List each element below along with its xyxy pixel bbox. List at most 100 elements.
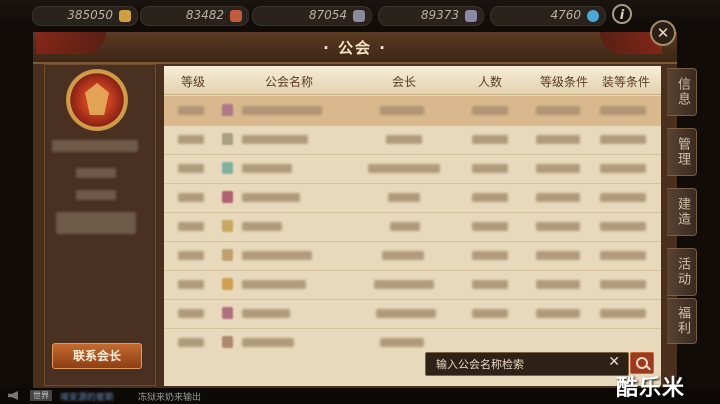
table-row[interactable]	[164, 154, 661, 184]
chat-strip[interactable]: 世界 埃安源的崔斯 冻狱来奶来输出	[0, 388, 720, 404]
resource-value: 385050	[67, 8, 113, 22]
cell-blurred	[368, 164, 440, 173]
tab-build[interactable]: 建造	[667, 188, 697, 236]
cell-blurred	[472, 251, 508, 260]
guild-name-blurred	[52, 140, 138, 152]
table-row[interactable]	[164, 241, 661, 271]
cell-blurred	[374, 280, 434, 289]
speaker-icon	[8, 391, 18, 400]
gem-icon	[587, 10, 599, 22]
cell-blurred	[242, 251, 312, 260]
cell-blurred	[178, 251, 204, 260]
guild-level-blurred	[76, 168, 116, 178]
cell-blurred	[242, 222, 282, 231]
cell-blurred	[390, 222, 420, 231]
table-row[interactable]	[164, 96, 661, 126]
watermark: 酷乐米	[616, 376, 686, 401]
resource-bar: 385050 83482 87054 89373 4760 i	[0, 0, 720, 30]
clear-search-icon[interactable]: ✕	[608, 354, 620, 370]
table-row[interactable]	[164, 270, 661, 300]
search-icon	[636, 357, 648, 369]
cell-blurred	[536, 106, 580, 115]
cell-blurred	[380, 106, 424, 115]
cell-blurred	[472, 106, 508, 115]
cell-blurred	[178, 309, 204, 318]
col-guild-name: 公会名称	[264, 75, 313, 89]
cell-blurred	[600, 222, 646, 231]
cell-blurred	[472, 309, 508, 318]
cell-blurred	[536, 222, 580, 231]
cell-blurred	[178, 280, 204, 289]
stone-icon	[465, 10, 477, 22]
tab-manage[interactable]: 管理	[667, 128, 697, 176]
cell-blurred	[600, 280, 646, 289]
resource-stone: 89373	[378, 6, 484, 26]
cell-blurred	[536, 135, 580, 144]
resource-gold: 385050	[32, 6, 138, 26]
guild-badge-icon	[222, 278, 233, 290]
emblem-crest-icon	[85, 83, 109, 115]
info-button[interactable]: i	[612, 4, 632, 24]
resource-metal: 87054	[252, 6, 372, 26]
guild-badge-icon	[222, 162, 233, 174]
cell-blurred	[472, 222, 508, 231]
cell-blurred	[178, 135, 204, 144]
resource-value: 4760	[550, 8, 581, 22]
cell-blurred	[242, 338, 294, 347]
cell-blurred	[472, 280, 508, 289]
window-title: · 公会 ·	[323, 39, 387, 57]
resource-value: 89373	[420, 8, 459, 22]
table-header: 等级 公会名称 会长 人数 等级条件 装等条件	[164, 66, 661, 95]
cell-blurred	[178, 222, 204, 231]
window-header: · 公会 ·	[33, 32, 677, 64]
cell-blurred	[178, 193, 204, 202]
guild-badge-icon	[222, 191, 233, 203]
guild-search-input[interactable]	[434, 355, 606, 373]
guild-badge-icon	[222, 133, 233, 145]
guild-badge-icon	[222, 336, 233, 348]
table-row[interactable]	[164, 183, 661, 213]
cell-blurred	[536, 193, 580, 202]
col-members: 人数	[477, 75, 502, 89]
cell-blurred	[376, 309, 436, 318]
cell-blurred	[472, 193, 508, 202]
guild-badge-icon	[222, 104, 233, 116]
guild-badge-icon	[222, 307, 233, 319]
cell-blurred	[536, 280, 580, 289]
contact-leader-button[interactable]: 联系会长	[52, 343, 142, 369]
ore-icon	[230, 10, 242, 22]
chat-channel-tag: 世界	[30, 390, 52, 401]
cell-blurred	[242, 106, 322, 115]
metal-icon	[353, 10, 365, 22]
cell-blurred	[386, 135, 422, 144]
guild-emblem-icon	[66, 69, 128, 131]
gold-bars-icon	[119, 10, 131, 22]
chat-sender: 埃安源的崔斯	[60, 393, 115, 403]
resource-value: 87054	[308, 8, 347, 22]
table-row[interactable]	[164, 125, 661, 155]
cell-blurred	[388, 193, 420, 202]
guild-search-box: ✕	[425, 352, 629, 376]
cell-blurred	[536, 164, 580, 173]
cell-blurred	[600, 135, 646, 144]
cell-blurred	[178, 164, 204, 173]
cell-blurred	[600, 164, 646, 173]
cell-blurred	[536, 251, 580, 260]
table-row[interactable]	[164, 212, 661, 242]
table-row[interactable]	[164, 299, 661, 329]
tab-events[interactable]: 活动	[667, 248, 697, 296]
cell-blurred	[472, 164, 508, 173]
tab-info[interactable]: 信息	[667, 68, 697, 116]
tab-welfare[interactable]: 福利	[667, 298, 697, 344]
cell-blurred	[600, 193, 646, 202]
resource-gem: 4760	[490, 6, 606, 26]
cell-blurred	[242, 135, 308, 144]
cell-blurred	[380, 338, 424, 347]
cell-blurred	[600, 106, 646, 115]
cell-blurred	[242, 164, 292, 173]
cell-blurred	[536, 309, 580, 318]
close-button[interactable]: ✕	[650, 20, 676, 46]
guild-notice-blurred	[56, 212, 136, 234]
cell-blurred	[178, 106, 204, 115]
guild-badge-icon	[222, 249, 233, 261]
